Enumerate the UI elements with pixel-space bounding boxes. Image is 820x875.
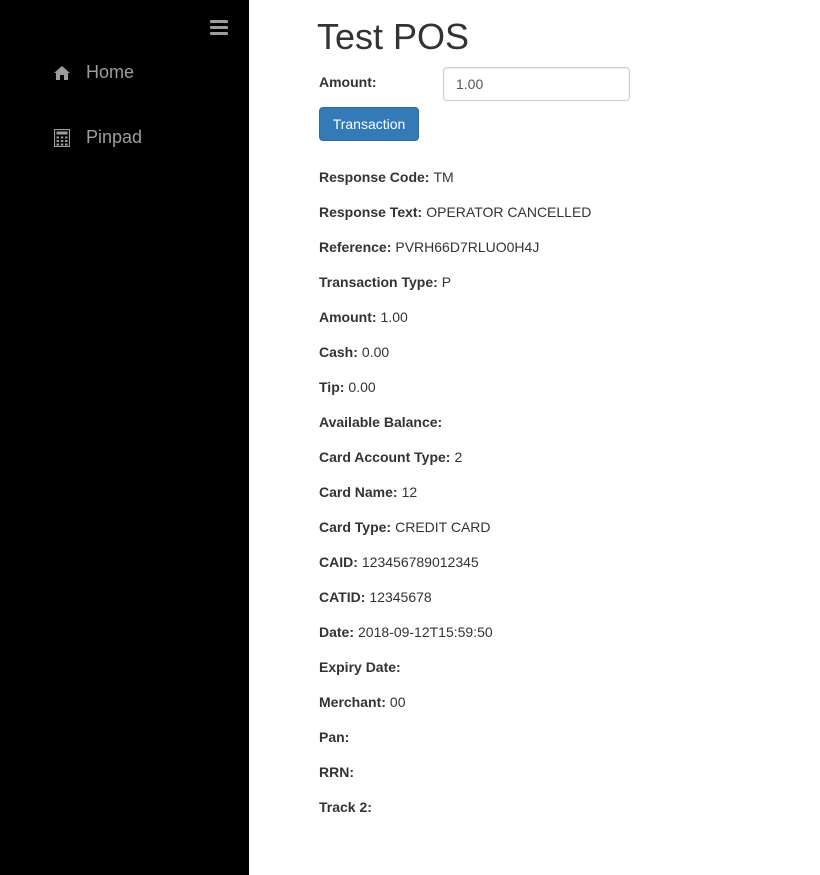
sidebar-item-label: Pinpad: [86, 127, 143, 147]
result-field-value: CREDIT CARD: [395, 519, 491, 535]
result-field-value: 123456789012345: [361, 554, 479, 570]
result-field-label: Transaction Type:: [319, 274, 438, 290]
result-field-label: Date:: [319, 624, 355, 640]
result-field-label: Response Text:: [319, 204, 423, 220]
result-field-value: OPERATOR CANCELLED: [426, 204, 592, 220]
result-field-label: CATID:: [319, 589, 366, 605]
result-field: Merchant: 00: [319, 693, 799, 728]
result-field-label: Expiry Date:: [319, 659, 401, 675]
result-field-label: CAID:: [319, 554, 358, 570]
result-field: Response Text: OPERATOR CANCELLED: [319, 203, 799, 238]
result-field-value: P: [441, 274, 452, 290]
main-content: Test POS Amount: Transaction Response Co…: [249, 0, 820, 875]
result-field-value: PVRH66D7RLUO0H4J: [395, 239, 540, 255]
result-field: Track 2:: [319, 798, 799, 833]
sidebar-item-pinpad[interactable]: Pinpad: [52, 127, 142, 148]
hamburger-menu-icon[interactable]: [210, 20, 228, 36]
sidebar-item-home[interactable]: Home: [52, 62, 134, 83]
sidebar-item-label: Home: [86, 62, 135, 82]
result-field-value: 00: [389, 694, 406, 710]
result-field: Cash: 0.00: [319, 343, 799, 378]
result-field-label: Available Balance:: [319, 414, 443, 430]
result-field: Card Type: CREDIT CARD: [319, 518, 799, 553]
result-field: Pan:: [319, 728, 799, 763]
result-field-value: 0.00: [348, 379, 376, 395]
transaction-button[interactable]: Transaction: [319, 107, 419, 141]
result-field-value: 1.00: [380, 309, 408, 325]
transaction-results: Response Code: TM Response Text: OPERATOR C…: [319, 168, 799, 833]
result-field: Response Code: TM: [319, 168, 799, 203]
result-field: Date: 2018-09-12T15:59:50: [319, 623, 799, 658]
result-field: CAID: 123456789012345: [319, 553, 799, 588]
result-field-value: 2018-09-12T15:59:50: [358, 624, 493, 640]
amount-label: Amount:: [319, 74, 377, 90]
result-field: Amount: 1.00: [319, 308, 799, 343]
sidebar: Home Pinpad: [0, 0, 249, 875]
result-field: Card Name: 12: [319, 483, 799, 518]
result-field-label: Reference:: [319, 239, 392, 255]
result-field-label: Card Account Type:: [319, 449, 451, 465]
result-field-label: Card Type:: [319, 519, 392, 535]
amount-input[interactable]: [443, 67, 630, 101]
calculator-icon: [52, 128, 72, 148]
result-field: Available Balance:: [319, 413, 799, 448]
result-field: Expiry Date:: [319, 658, 799, 693]
result-field-label: RRN:: [319, 764, 354, 780]
result-field: Tip: 0.00: [319, 378, 799, 413]
result-field-label: Amount:: [319, 309, 377, 325]
result-field-value: TM: [433, 169, 454, 185]
app: Home Pinpad Test POS Amount: 1.00 Transa…: [0, 0, 820, 875]
result-field-value: 0.00: [361, 344, 390, 360]
result-field-label: Response Code:: [319, 169, 430, 185]
result-field-label: Pan:: [319, 729, 350, 745]
result-field: RRN:: [319, 763, 799, 798]
result-field-label: Track 2:: [319, 799, 372, 815]
result-field-label: Cash:: [319, 344, 358, 360]
result-field-label: Merchant:: [319, 694, 386, 710]
page-title: Test POS: [317, 16, 470, 57]
result-field-value: 12: [401, 484, 418, 500]
result-field: CATID: 12345678: [319, 588, 799, 623]
result-field-value: 2: [454, 449, 463, 465]
result-field-label: Card Name:: [319, 484, 398, 500]
result-field: Card Account Type: 2: [319, 448, 799, 483]
result-field: Reference: PVRH66D7RLUO0H4J: [319, 238, 799, 273]
home-icon: [52, 63, 72, 83]
result-field-label: Tip:: [319, 379, 345, 395]
result-field: Transaction Type: P: [319, 273, 799, 308]
result-field-value: 12345678: [369, 589, 432, 605]
